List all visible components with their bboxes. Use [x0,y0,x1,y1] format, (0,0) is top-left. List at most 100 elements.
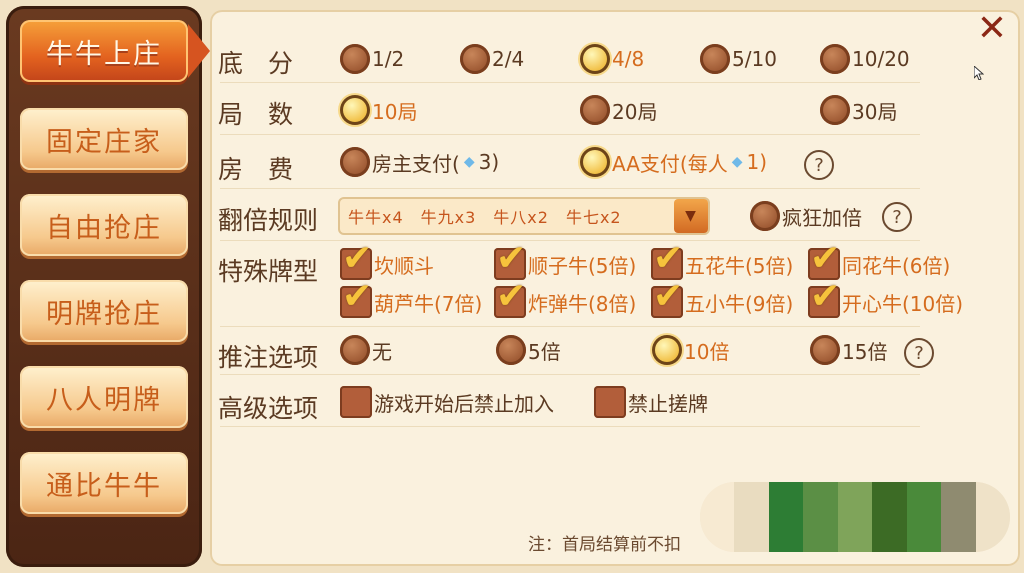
option-label: 坎顺斗 [374,253,434,278]
divider [220,426,920,427]
push-bet-option[interactable]: 无 [340,335,392,365]
radio-icon [820,95,850,125]
checkbox-icon [594,386,626,418]
base-score-option[interactable]: 5/10 [700,44,777,74]
checkbox-icon [340,276,372,318]
help-icon[interactable]: ? [904,338,934,368]
radio-icon [340,335,370,365]
option-label: 15倍 [842,339,888,364]
push-bet-option[interactable]: 5倍 [496,335,561,365]
advanced-options-label: 高级选项 [218,394,319,423]
special-hands-label: 特殊牌型 [218,257,319,286]
option-label: 30局 [852,99,898,124]
radio-icon [460,44,490,74]
option-label: 疯狂加倍 [782,205,862,230]
room-fee-label: 房 费 [218,155,294,184]
option-label: 葫芦牛(7倍) [374,291,483,316]
option-label: 20局 [612,99,658,124]
option-label: 顺子牛(5倍) [528,253,637,278]
special-hand-checkbox[interactable]: 炸弹牛(8倍) [494,276,637,318]
rounds-option[interactable]: 20局 [580,95,657,125]
rounds-label: 局 数 [218,100,294,129]
tab-niuniu-banker[interactable]: 牛牛上庄 [20,20,210,82]
radio-icon [340,95,370,125]
diamond-icon: ◆ [731,154,743,170]
divider [220,82,920,83]
radio-icon [580,44,610,74]
radio-icon [340,147,370,177]
option-label: 禁止搓牌 [628,391,708,416]
checkbox-icon [651,276,683,318]
footer-note: 注：首局结算前不扣 [528,535,681,555]
tab-fixed-banker[interactable]: 固定庄家 [20,108,188,170]
divider [220,188,920,189]
option-label: 1) [746,150,768,174]
multiplier-label: 翻倍规则 [218,206,319,235]
radio-icon [496,335,526,365]
help-icon[interactable]: ? [882,202,912,232]
rounds-option[interactable]: 10局 [340,95,417,125]
divider [220,326,920,327]
multiplier-dropdown[interactable]: 牛牛x4 牛九x3 牛八x2 牛七x2 ▼ [338,197,710,235]
base-score-label: 底 分 [218,49,294,78]
rounds-option[interactable]: 30局 [820,95,897,125]
radio-icon [750,201,780,231]
option-label: 5倍 [528,339,561,364]
radio-icon [700,44,730,74]
radio-icon [580,147,610,177]
tab-eight-player-open[interactable]: 八人明牌 [20,366,188,428]
option-label: 房主支付( [372,151,460,176]
option-label: 炸弹牛(8倍) [528,291,637,316]
option-label: 3) [478,150,500,174]
obscured-create-button[interactable] [700,482,1010,552]
divider [220,134,920,135]
radio-icon [580,95,610,125]
option-label: 同花牛(6倍) [842,253,951,278]
aa-pay-option[interactable]: AA支付(每人 ◆ 1) [580,147,767,177]
push-bet-label: 推注选项 [218,343,319,372]
option-label: AA支付(每人 [612,151,728,176]
option-label: 10局 [372,99,418,124]
option-label: 游戏开始后禁止加入 [374,391,554,416]
diamond-icon: ◆ [463,154,475,170]
no-join-after-start-checkbox[interactable]: 游戏开始后禁止加入 [340,386,554,418]
tab-tongbi-niuniu[interactable]: 通比牛牛 [20,452,188,514]
no-card-rub-checkbox[interactable]: 禁止搓牌 [594,386,708,418]
option-label: 4/8 [612,47,645,71]
option-label: 开心牛(10倍) [842,291,964,316]
base-score-option[interactable]: 1/2 [340,44,404,74]
close-icon[interactable]: ✕ [975,11,1009,47]
option-label: 10/20 [852,47,910,71]
push-bet-option[interactable]: 15倍 [810,335,887,365]
help-icon[interactable]: ? [804,150,834,180]
option-label: 五小牛(9倍) [685,291,794,316]
option-label: 5/10 [732,47,777,71]
radio-icon [340,44,370,74]
tab-open-card-grab-banker[interactable]: 明牌抢庄 [20,280,188,342]
option-label: 无 [372,339,392,364]
base-score-option[interactable]: 2/4 [460,44,524,74]
radio-icon [820,44,850,74]
push-bet-option[interactable]: 10倍 [652,335,729,365]
base-score-option[interactable]: 10/20 [820,44,910,74]
checkbox-icon [808,276,840,318]
cursor-icon [974,66,984,80]
radio-icon [652,335,682,365]
option-label: 1/2 [372,47,405,71]
radio-icon [810,335,840,365]
chevron-down-icon[interactable]: ▼ [674,199,708,233]
owner-pay-option[interactable]: 房主支付(◆ 3) [340,147,499,177]
divider [220,374,920,375]
checkbox-icon [494,276,526,318]
special-hand-checkbox[interactable]: 葫芦牛(7倍) [340,276,483,318]
special-hand-checkbox[interactable]: 开心牛(10倍) [808,276,964,318]
option-label: 10倍 [684,339,730,364]
checkbox-icon [340,386,372,418]
option-label: 2/4 [492,47,525,71]
dropdown-value: 牛牛x4 牛九x3 牛八x2 牛七x2 [348,208,622,227]
option-label: 五花牛(5倍) [685,253,794,278]
crazy-double-option[interactable]: 疯狂加倍 [750,201,862,231]
special-hand-checkbox[interactable]: 五小牛(9倍) [651,276,794,318]
tab-free-grab-banker[interactable]: 自由抢庄 [20,194,188,256]
base-score-option[interactable]: 4/8 [580,44,644,74]
